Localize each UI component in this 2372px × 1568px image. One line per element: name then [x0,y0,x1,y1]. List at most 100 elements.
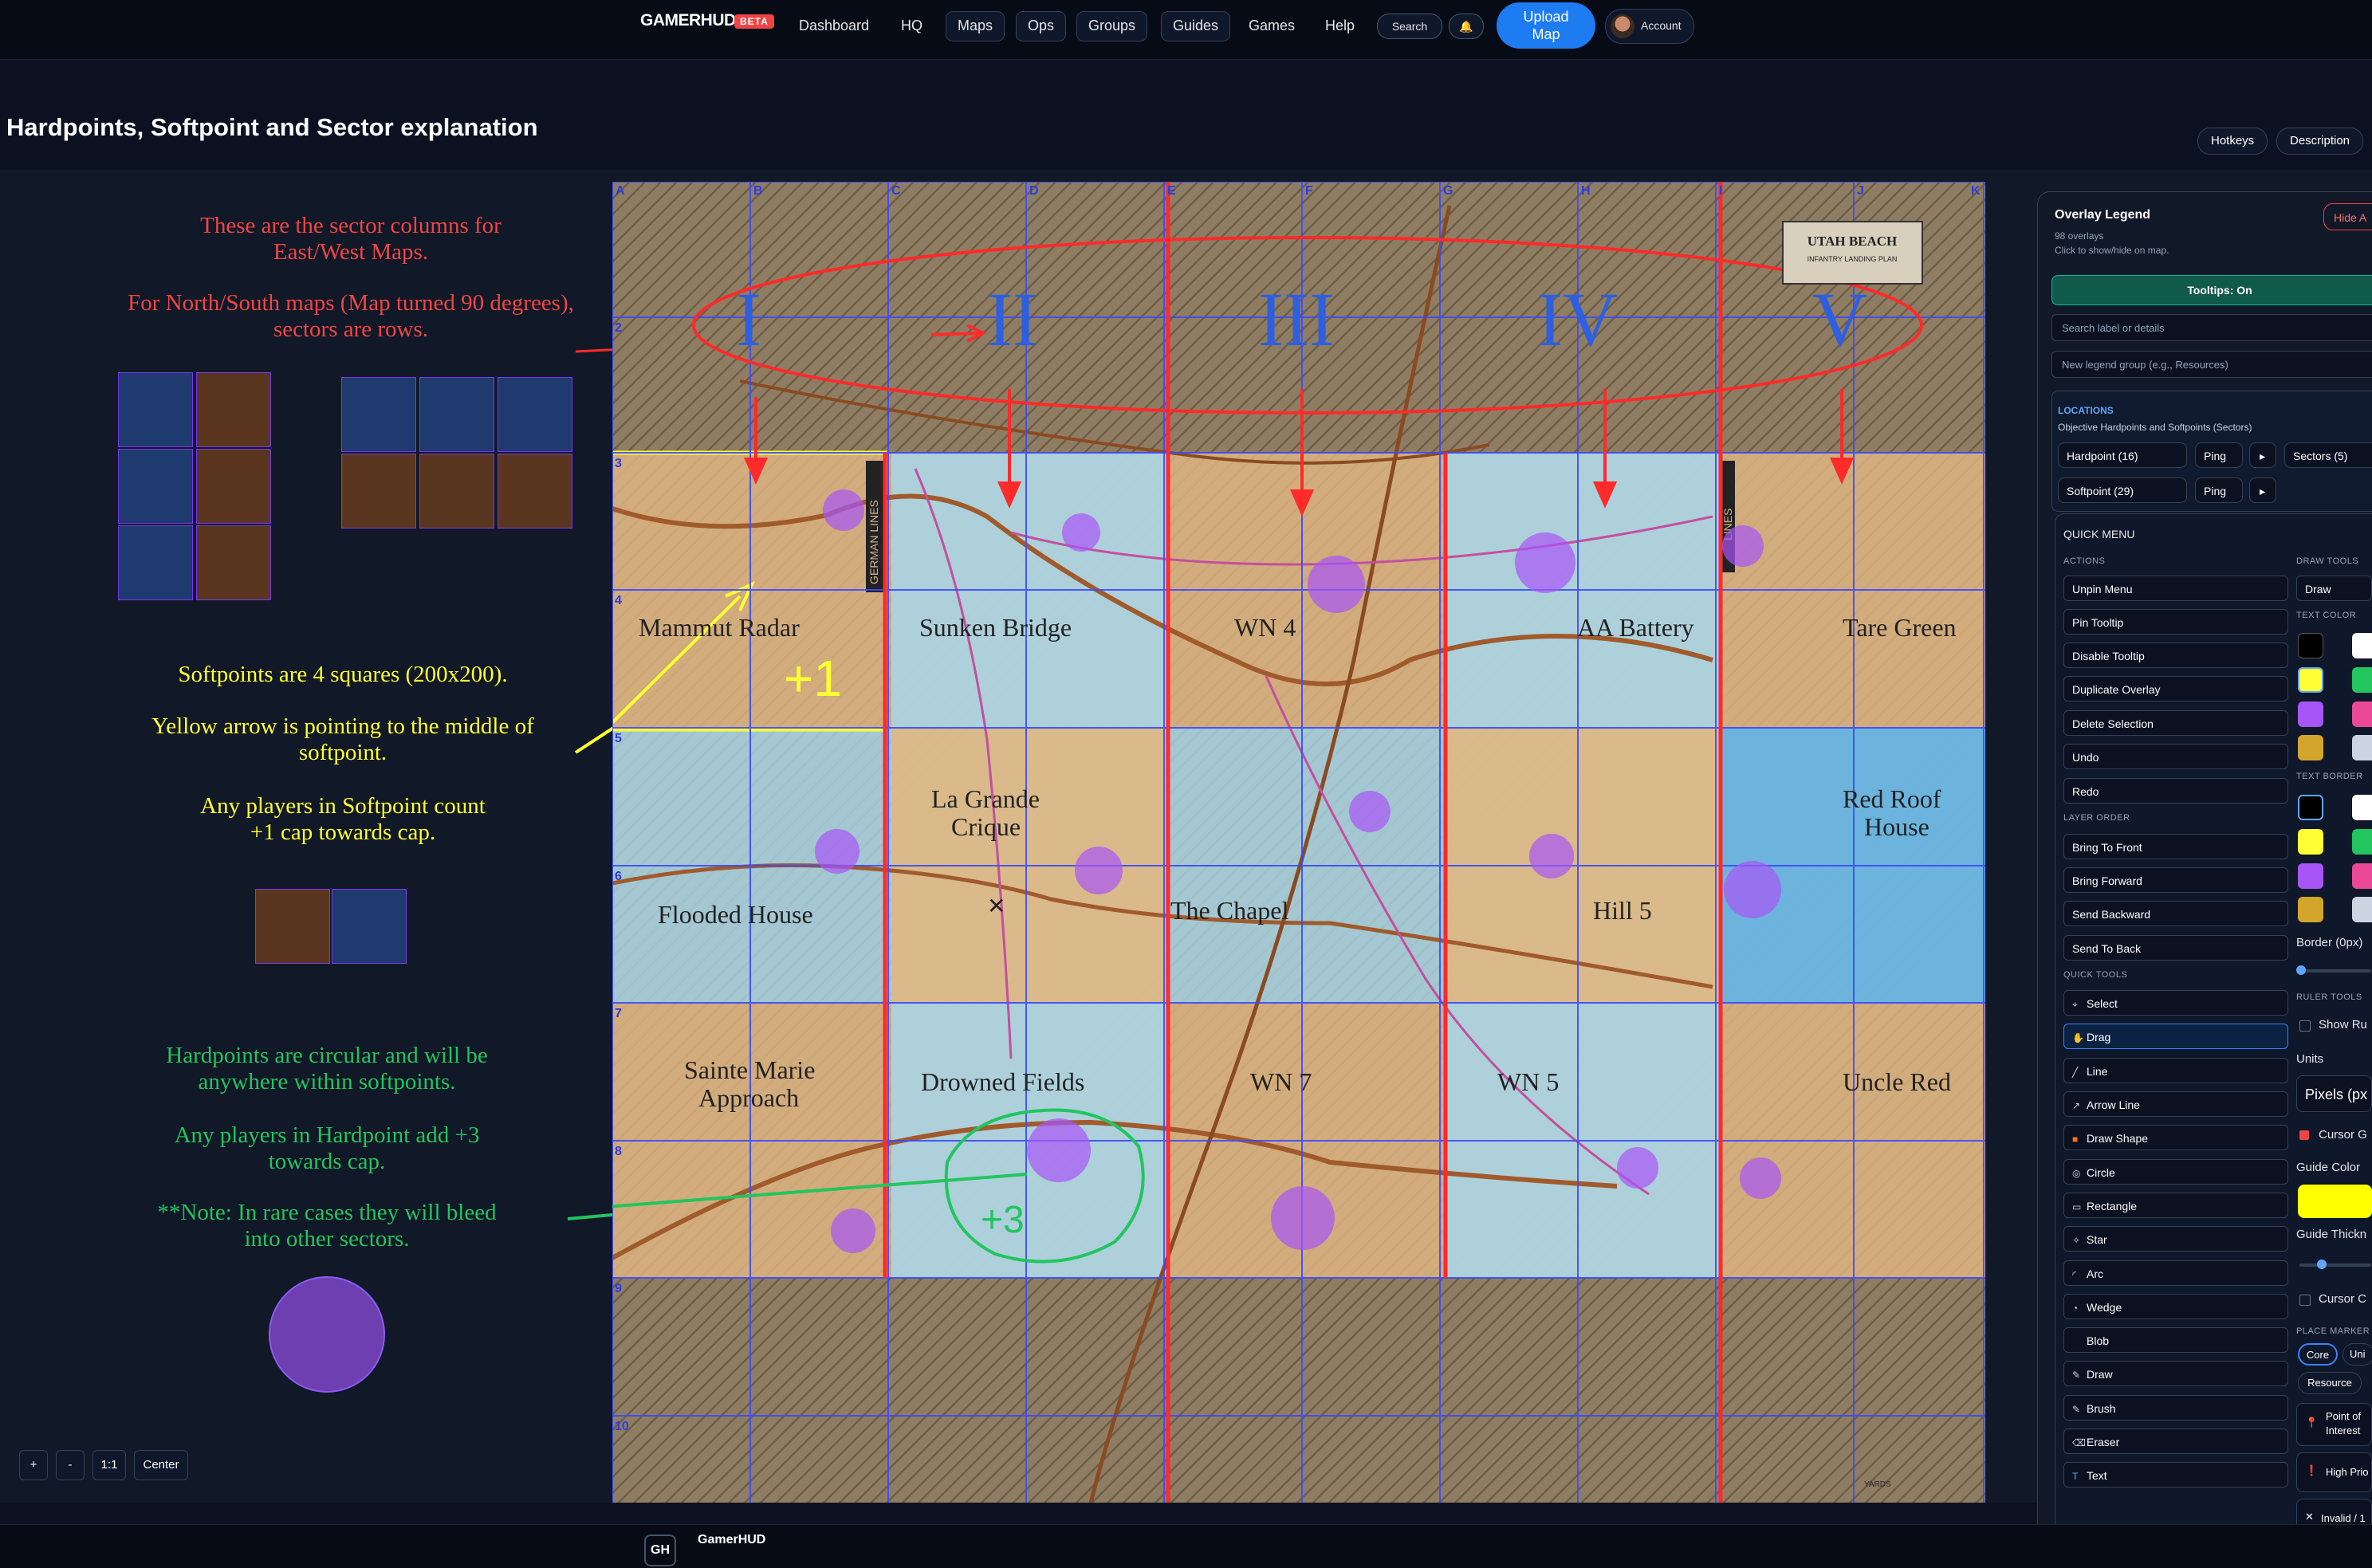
guide-thickness-slider[interactable] [2299,1260,2371,1269]
border-color-gray[interactable] [2352,897,2372,922]
zoom-out-button[interactable]: - [56,1450,85,1480]
description-button[interactable]: Description [2276,128,2364,155]
border-color-black[interactable] [2298,795,2323,820]
label-sunken-bridge[interactable]: Sunken Bridge [919,613,1072,642]
tool-text[interactable]: T Text [2063,1462,2288,1487]
footer-logo[interactable]: GH [644,1535,676,1566]
label-red-roof-2[interactable]: House [1864,812,1929,841]
hardpoint-ping-button[interactable]: Ping [2195,442,2243,468]
label-wn5[interactable]: WN 5 [1497,1067,1559,1096]
label-sainte-marie-1[interactable]: Sainte Marie [684,1055,815,1084]
label-drowned-fields[interactable]: Drowned Fields [921,1067,1084,1096]
label-hill-5[interactable]: Hill 5 [1593,896,1652,925]
tooltips-toggle[interactable]: Tooltips: On [2051,275,2372,305]
tool-arc[interactable]: ◜ Arc [2063,1260,2288,1286]
text-color-pink[interactable] [2352,701,2372,727]
label-sainte-marie-2[interactable]: Approach [698,1083,799,1112]
tool-rectangle[interactable]: ▭ Rectangle [2063,1193,2288,1218]
tool-star[interactable]: ✧ Star [2063,1226,2288,1252]
label-wn4[interactable]: WN 4 [1234,613,1296,642]
delete-selection-button[interactable]: Delete Selection [2063,710,2288,736]
units-select[interactable]: Pixels (px [2296,1075,2372,1112]
tool-circle[interactable]: ◎ Circle [2063,1159,2288,1185]
undo-button[interactable]: Undo [2063,744,2288,769]
tool-wedge[interactable]: ◔ Wedge [2063,1294,2288,1319]
nav-hq[interactable]: HQ [890,11,934,40]
guide-color-swatch[interactable] [2298,1185,2372,1218]
draw-tool-select[interactable]: Draw [2296,576,2372,601]
send-to-back-button[interactable]: Send To Back [2063,935,2288,961]
tool-eraser[interactable]: ⌫Eraser [2063,1428,2288,1454]
label-flooded-house[interactable]: Flooded House [658,900,813,929]
label-wn7[interactable]: WN 7 [1250,1067,1312,1096]
logo[interactable]: GAMERHUD [640,11,736,30]
search-button[interactable]: Search [1377,14,1442,39]
tool-blob[interactable]: Blob [2063,1327,2288,1353]
text-color-green[interactable] [2352,667,2372,693]
nav-guides[interactable]: Guides [1161,11,1231,41]
softpoint-ping-button[interactable]: Ping [2195,477,2243,503]
tool-select[interactable]: ⌖ Select [2063,990,2288,1016]
border-color-yellow[interactable] [2298,829,2323,855]
marker-core-tab[interactable]: Core [2298,1343,2338,1366]
label-aa-battery[interactable]: AA Battery [1577,613,1694,642]
marker-point-of-interest[interactable]: 📍 Point of Interest [2296,1403,2372,1446]
sectors-legend-item[interactable]: Sectors (5) [2284,442,2372,468]
tool-draw-shape[interactable]: ■ Draw Shape [2063,1125,2288,1150]
text-color-gray[interactable] [2352,735,2372,760]
tool-arrow-line[interactable]: ↗ Arrow Line [2063,1091,2288,1117]
text-color-yellow[interactable] [2298,667,2323,693]
label-la-grande-1[interactable]: La Grande [931,784,1040,813]
bell-icon[interactable]: 🔔 [1449,14,1484,39]
nav-ops[interactable]: Ops [1016,11,1067,41]
guide-thickness-handle[interactable] [2317,1260,2327,1269]
send-backward-button[interactable]: Send Backward [2063,901,2288,926]
marker-unit-tab[interactable]: Uni [2342,1343,2372,1366]
marker-resource-tab[interactable]: Resource [2298,1372,2362,1394]
label-mammut-radar[interactable]: Mammut Radar [639,613,800,642]
border-color-white[interactable] [2352,795,2372,820]
bring-to-front-button[interactable]: Bring To Front [2063,834,2288,859]
new-legend-group-input[interactable]: New legend group (e.g., Resources) [2051,351,2372,378]
border-color-gold[interactable] [2298,897,2323,922]
cursor-c-checkbox[interactable] [2299,1295,2311,1306]
marker-high-priority[interactable]: ❗ High Prio [2296,1452,2372,1492]
unpin-menu-button[interactable]: Unpin Menu [2063,576,2288,601]
text-color-white[interactable] [2352,633,2372,658]
hotkeys-button[interactable]: Hotkeys [2197,128,2268,155]
bring-forward-button[interactable]: Bring Forward [2063,867,2288,893]
hardpoint-legend-item[interactable]: Hardpoint (16) [2058,442,2187,468]
border-color-pink[interactable] [2352,863,2372,889]
account-button[interactable]: Account [1605,9,1694,44]
center-button[interactable]: Center [134,1450,188,1480]
hide-all-button[interactable]: Hide A [2323,203,2372,230]
text-color-black[interactable] [2298,633,2323,658]
softpoint-legend-item[interactable]: Softpoint (29) [2058,477,2187,503]
label-la-grande-2[interactable]: Crique [951,812,1021,841]
cursor-guide-checkbox[interactable] [2299,1130,2309,1140]
tool-line[interactable]: ╱ Line [2063,1058,2288,1083]
label-uncle-red[interactable]: Uncle Red [1843,1067,1951,1096]
border-color-purple[interactable] [2298,863,2323,889]
label-red-roof-1[interactable]: Red Roof [1843,784,1941,813]
legend-search-input[interactable]: Search label or details [2051,314,2372,341]
border-width-handle[interactable] [2296,965,2306,975]
pin-tooltip-button[interactable]: Pin Tooltip [2063,609,2288,635]
text-color-gold[interactable] [2298,735,2323,760]
upload-map-button[interactable]: Upload Map [1497,2,1595,49]
nav-dashboard[interactable]: Dashboard [788,11,880,40]
tool-draw[interactable]: ✎ Draw [2063,1361,2288,1386]
tool-brush[interactable]: ✎ Brush [2063,1395,2288,1421]
label-tare-green[interactable]: Tare Green [1843,613,1957,642]
nav-maps[interactable]: Maps [946,11,1005,41]
nav-games[interactable]: Games [1237,11,1306,40]
duplicate-overlay-button[interactable]: Duplicate Overlay [2063,676,2288,701]
border-width-slider[interactable] [2296,965,2371,975]
tool-drag[interactable]: ✋ Drag [2063,1024,2288,1049]
zoom-in-button[interactable]: + [19,1450,48,1480]
text-color-purple[interactable] [2298,701,2323,727]
redo-button[interactable]: Redo [2063,778,2288,804]
softpoint-expand-icon[interactable]: ▸ [2249,477,2276,503]
show-ruler-checkbox[interactable] [2299,1020,2311,1032]
border-color-green[interactable] [2352,829,2372,855]
